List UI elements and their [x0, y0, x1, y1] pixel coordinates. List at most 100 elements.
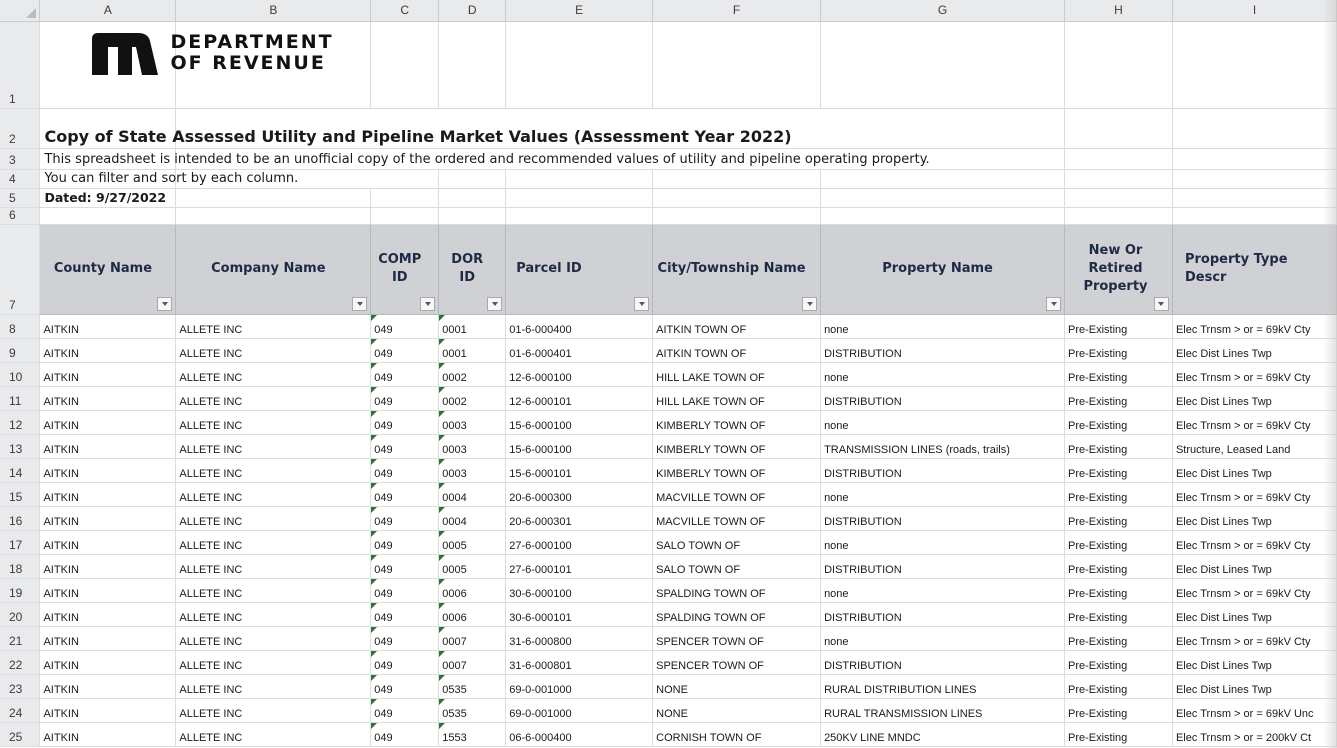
cell[interactable] — [652, 207, 822, 225]
cell-parcel-id[interactable]: 30-6-000101 — [505, 602, 654, 627]
cell-parcel-id[interactable]: 30-6-000100 — [505, 578, 654, 603]
cell[interactable] — [1172, 169, 1337, 189]
row-number[interactable]: 10 — [0, 362, 41, 387]
cell-new-or-retired[interactable]: Pre-Existing — [1064, 602, 1173, 627]
cell-comp-id[interactable]: 049 — [370, 530, 440, 555]
row-number[interactable]: 4 — [0, 169, 41, 189]
column-header-b[interactable]: B — [175, 0, 372, 22]
row-number[interactable]: 6 — [0, 207, 41, 225]
filter-dropdown-icon[interactable] — [487, 296, 503, 311]
row-number[interactable]: 5 — [0, 188, 41, 208]
cell-city-township-name[interactable]: CORNISH TOWN OF — [652, 722, 822, 747]
cell-comp-id[interactable]: 049 — [370, 458, 440, 483]
cell-company-name[interactable]: ALLETE INC — [175, 434, 372, 459]
cell-county-name[interactable]: AITKIN — [39, 338, 177, 363]
cell-property-type[interactable]: Elec Trnsm > or = 69kV Cty — [1172, 578, 1337, 603]
cell-property-type[interactable]: Elec Trnsm > or = 69kV Cty — [1172, 410, 1337, 435]
cell-property-type[interactable]: Elec Trnsm > or = 69kV Cty — [1172, 530, 1337, 555]
filter-dropdown-icon[interactable] — [634, 296, 650, 311]
cell-parcel-id[interactable]: 15-6-000101 — [505, 458, 654, 483]
cell[interactable]: DEPARTMENT OF REVENUE — [39, 21, 332, 109]
cell-city-township-name[interactable]: HILL LAKE TOWN OF — [652, 362, 822, 387]
cell-company-name[interactable]: ALLETE INC — [175, 482, 372, 507]
cell[interactable] — [652, 21, 822, 109]
cell-dor-id[interactable]: 0006 — [438, 602, 507, 627]
cell-parcel-id[interactable]: 12-6-000100 — [505, 362, 654, 387]
cell-county-name[interactable]: AITKIN — [39, 722, 177, 747]
cell-county-name[interactable]: AITKIN — [39, 554, 177, 579]
row-number[interactable]: 14 — [0, 458, 41, 483]
row-number[interactable]: 2 — [0, 108, 41, 149]
cell-property-type[interactable]: Elec Dist Lines Twp — [1172, 458, 1337, 483]
cell-comp-id[interactable]: 049 — [370, 314, 440, 339]
cell-comp-id[interactable]: 049 — [370, 650, 440, 675]
cell-county-name[interactable]: AITKIN — [39, 362, 177, 387]
cell-property-name[interactable]: DISTRIBUTION — [820, 338, 1065, 363]
header-city-township-name[interactable]: City/Township Name — [652, 224, 822, 315]
cell-property-type[interactable]: Elec Dist Lines Twp — [1172, 554, 1337, 579]
cell-comp-id[interactable]: 049 — [370, 482, 440, 507]
cell-company-name[interactable]: ALLETE INC — [175, 722, 372, 747]
cell-new-or-retired[interactable]: Pre-Existing — [1064, 410, 1173, 435]
cell-property-type[interactable]: Elec Dist Lines Twp — [1172, 602, 1337, 627]
cell[interactable] — [820, 207, 1065, 225]
cell-parcel-id[interactable]: 12-6-000101 — [505, 386, 654, 411]
cell-dor-id[interactable]: 0006 — [438, 578, 507, 603]
row-number[interactable]: 22 — [0, 650, 41, 675]
cell-property-type[interactable]: Elec Dist Lines Twp — [1172, 386, 1337, 411]
cell[interactable] — [370, 21, 440, 109]
cell[interactable] — [1064, 21, 1173, 109]
cell-dor-id[interactable]: 0004 — [438, 506, 507, 531]
cell-dor-id[interactable]: 0004 — [438, 482, 507, 507]
row-number[interactable]: 7 — [0, 224, 41, 315]
cell-parcel-id[interactable]: 31-6-000800 — [505, 626, 654, 651]
cell-property-name[interactable]: none — [820, 530, 1065, 555]
cell-county-name[interactable]: AITKIN — [39, 674, 177, 699]
cell-property-type[interactable]: Elec Trnsm > or = 200kV Ct — [1172, 722, 1337, 747]
cell-parcel-id[interactable]: 31-6-000801 — [505, 650, 654, 675]
cell-new-or-retired[interactable]: Pre-Existing — [1064, 482, 1173, 507]
filter-dropdown-icon[interactable] — [420, 296, 436, 311]
cell-property-type[interactable]: Elec Trnsm > or = 69kV Cty — [1172, 626, 1337, 651]
cell-new-or-retired[interactable]: Pre-Existing — [1064, 578, 1173, 603]
description-cell[interactable]: This spreadsheet is intended to be an un… — [39, 148, 930, 170]
cell-county-name[interactable]: AITKIN — [39, 506, 177, 531]
cell[interactable] — [505, 21, 654, 109]
cell-new-or-retired[interactable]: Pre-Existing — [1064, 650, 1173, 675]
cell-company-name[interactable]: ALLETE INC — [175, 650, 372, 675]
cell-parcel-id[interactable]: 06-6-000400 — [505, 722, 654, 747]
cell-company-name[interactable]: ALLETE INC — [175, 506, 372, 531]
cell-property-name[interactable]: none — [820, 482, 1065, 507]
filter-dropdown-icon[interactable] — [1046, 296, 1061, 311]
note-cell[interactable]: You can filter and sort by each column. — [39, 169, 298, 189]
cell-new-or-retired[interactable]: Pre-Existing — [1064, 626, 1173, 651]
cell[interactable] — [505, 188, 654, 208]
column-header-g[interactable]: G — [820, 0, 1065, 22]
cell-property-type[interactable]: Elec Dist Lines Twp — [1172, 674, 1337, 699]
cell-new-or-retired[interactable]: Pre-Existing — [1064, 506, 1173, 531]
row-number[interactable]: 21 — [0, 626, 41, 651]
cell-city-township-name[interactable]: SALO TOWN OF — [652, 554, 822, 579]
cell-new-or-retired[interactable]: Pre-Existing — [1064, 386, 1173, 411]
cell-property-name[interactable]: RURAL DISTRIBUTION LINES — [820, 674, 1065, 699]
cell-dor-id[interactable]: 0007 — [438, 650, 507, 675]
cell-city-township-name[interactable]: MACVILLE TOWN OF — [652, 482, 822, 507]
cell-comp-id[interactable]: 049 — [370, 626, 440, 651]
header-county-name[interactable]: County Name — [39, 224, 177, 315]
cell-dor-id[interactable]: 1553 — [438, 722, 507, 747]
cell[interactable] — [438, 207, 507, 225]
cell-county-name[interactable]: AITKIN — [39, 602, 177, 627]
cell-city-township-name[interactable]: KIMBERLY TOWN OF — [652, 434, 822, 459]
cell-company-name[interactable]: ALLETE INC — [175, 410, 372, 435]
column-header-e[interactable]: E — [505, 0, 654, 22]
cell-parcel-id[interactable]: 01-6-000401 — [505, 338, 654, 363]
cell-county-name[interactable]: AITKIN — [39, 458, 177, 483]
cell-county-name[interactable]: AITKIN — [39, 386, 177, 411]
cell[interactable] — [1172, 148, 1337, 170]
row-number[interactable]: 24 — [0, 698, 41, 723]
cell-new-or-retired[interactable]: Pre-Existing — [1064, 314, 1173, 339]
cell-property-type[interactable]: Elec Trnsm > or = 69kV Cty — [1172, 362, 1337, 387]
cell-county-name[interactable]: AITKIN — [39, 650, 177, 675]
cell-property-type[interactable]: Elec Dist Lines Twp — [1172, 338, 1337, 363]
cell-county-name[interactable]: AITKIN — [39, 434, 177, 459]
